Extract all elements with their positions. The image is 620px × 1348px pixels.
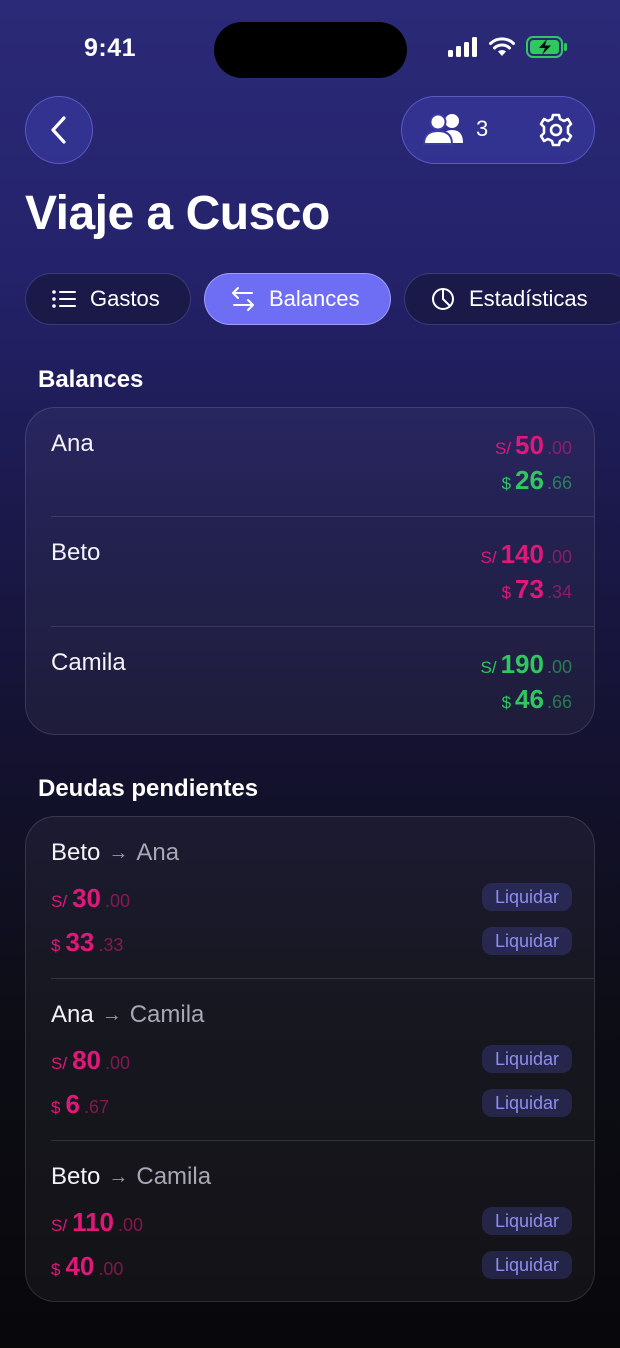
debtor-name: Ana	[51, 1001, 94, 1028]
balance-row[interactable]: Beto S/140.00 $73.34	[26, 517, 594, 626]
balance-amount-pen: S/50.00	[494, 430, 572, 460]
settle-button[interactable]: Liquidar	[481, 1251, 572, 1279]
status-icons	[448, 36, 568, 58]
people-icon	[422, 113, 463, 145]
arrow-right-icon: →	[108, 841, 129, 864]
signal-icon	[448, 37, 477, 57]
debt-header: Beto → Camila	[51, 1163, 211, 1191]
pie-chart-icon	[432, 288, 454, 310]
balance-amount-pen: S/140.00	[480, 539, 572, 569]
settle-button[interactable]: Liquidar	[481, 927, 572, 955]
creditor-name: Camila	[129, 1001, 205, 1028]
balance-row[interactable]: Camila S/190.00 $46.66	[26, 627, 594, 734]
battery-charging-icon	[526, 36, 567, 58]
debts-card: Beto → Ana S/30.00 Liquidar $33.33 Liqui…	[25, 816, 595, 1302]
gear-icon[interactable]	[538, 112, 574, 148]
tab-estadisticas[interactable]: Estadísticas	[404, 273, 620, 325]
balance-row[interactable]: Ana S/50.00 $26.66	[26, 408, 594, 517]
participant-name: Beto	[51, 539, 101, 566]
balance-amount-usd: $26.66	[501, 465, 572, 495]
balances-card: Ana S/50.00 $26.66 Beto S/140.00 $73.34 …	[25, 407, 595, 735]
settle-button[interactable]: Liquidar	[481, 1207, 572, 1235]
arrow-right-icon: →	[108, 1165, 129, 1188]
members-button[interactable]: 3	[422, 113, 488, 145]
balance-amount-pen: S/190.00	[480, 649, 572, 679]
settle-button[interactable]: Liquidar	[481, 1089, 572, 1117]
debt-amount-usd: $40.00	[51, 1251, 124, 1281]
participant-name: Camila	[51, 649, 126, 676]
balance-amount-usd: $46.66	[501, 684, 572, 714]
participant-name: Ana	[51, 430, 94, 457]
wifi-icon	[489, 37, 515, 56]
tab-label: Balances	[269, 286, 360, 311]
debt-header: Beto → Ana	[51, 839, 179, 867]
tab-balances[interactable]: Balances	[204, 273, 391, 325]
creditor-name: Camila	[136, 1163, 212, 1190]
settle-button[interactable]: Liquidar	[481, 883, 572, 911]
status-time: 9:41	[84, 34, 137, 62]
back-button[interactable]	[25, 96, 93, 164]
debts-section-title: Deudas pendientes	[38, 775, 259, 802]
balances-section-title: Balances	[38, 366, 144, 393]
debt-amount-pen: S/80.00	[51, 1045, 131, 1075]
balance-amount-usd: $73.34	[501, 574, 572, 604]
status-bar: 9:41	[0, 0, 620, 100]
tab-gastos[interactable]: Gastos	[25, 273, 191, 325]
swap-arrows-icon	[232, 287, 254, 311]
list-icon	[52, 290, 76, 308]
debtor-name: Beto	[51, 839, 101, 866]
tab-label: Gastos	[90, 286, 160, 311]
chevron-left-icon	[51, 116, 66, 144]
dynamic-island	[214, 22, 407, 78]
debt-item: Beto → Ana S/30.00 Liquidar $33.33 Liqui…	[26, 817, 594, 979]
debt-item: Ana → Camila S/80.00 Liquidar $6.67 Liqu…	[26, 979, 594, 1141]
members-count: 3	[476, 116, 489, 141]
debt-header: Ana → Camila	[51, 1001, 204, 1029]
debt-item: Beto → Camila S/110.00 Liquidar $40.00 L…	[26, 1141, 594, 1301]
debtor-name: Beto	[51, 1163, 101, 1190]
debt-amount-usd: $6.67	[51, 1089, 109, 1119]
creditor-name: Ana	[136, 839, 180, 866]
arrow-right-icon: →	[101, 1003, 122, 1026]
debt-amount-usd: $33.33	[51, 927, 124, 957]
header-actions: 3	[401, 96, 595, 164]
debt-amount-pen: S/30.00	[51, 883, 131, 913]
debt-amount-pen: S/110.00	[51, 1207, 144, 1237]
settle-button[interactable]: Liquidar	[481, 1045, 572, 1073]
page-title: Viaje a Cusco	[25, 187, 330, 240]
tab-label: Estadísticas	[469, 286, 588, 311]
